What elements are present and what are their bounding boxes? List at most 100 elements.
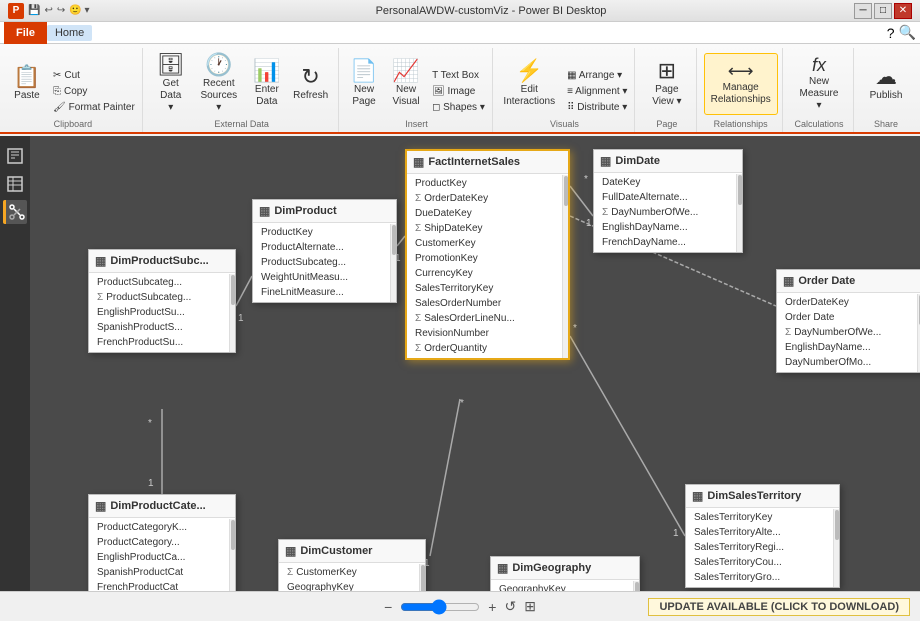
alignment-button[interactable]: ≡ Alignment ▾: [563, 84, 631, 99]
table-row: Σ CustomerKey: [279, 565, 425, 580]
close-button[interactable]: ✕: [894, 3, 912, 19]
edit-interactions-icon: ⚡: [516, 60, 543, 82]
table-order-date[interactable]: ▦ Order Date OrderDateKey Order Date Σ D…: [776, 269, 920, 373]
table-row: SalesTerritoryKey: [407, 281, 568, 296]
ribbon-buttons-calculations: fx NewMeasure ▾: [791, 48, 847, 119]
ribbon-buttons-relationships: ⟷ ManageRelationships: [704, 48, 778, 119]
paste-icon: 📋: [13, 66, 40, 88]
table-dim-product[interactable]: ▦ DimProduct ProductKey ProductAlternate…: [252, 199, 397, 303]
table-row: ProductSubcateg...: [253, 255, 396, 270]
table-body-dim-date: DateKey FullDateAlternate... Σ DayNumber…: [594, 173, 742, 252]
manage-relationships-icon: ⟷: [728, 62, 754, 80]
table-row: DayNumberOfMo...: [777, 355, 920, 370]
new-visual-button[interactable]: 📈 NewVisual: [386, 53, 426, 115]
table-row: SalesTerritoryCou...: [686, 555, 839, 570]
paste-button[interactable]: 📋 Paste: [7, 53, 47, 115]
insert-small-group: T Text Box 🖼 Image ◻ Shapes ▾: [428, 68, 489, 115]
table-dim-product-cat[interactable]: ▦ DimProductCate... ProductCategoryK... …: [88, 494, 236, 591]
table-body-fact-internet-sales: ProductKey ΣOrderDateKey DueDateKey ΣShi…: [407, 174, 568, 358]
table-scroll[interactable]: [390, 224, 396, 302]
format-painter-button[interactable]: 🖌 Format Painter: [49, 100, 139, 115]
new-measure-button[interactable]: fx NewMeasure ▾: [791, 53, 847, 115]
zoom-reset-button[interactable]: ↺: [504, 598, 516, 615]
table-fact-internet-sales[interactable]: ▦ FactInternetSales ProductKey ΣOrderDat…: [405, 149, 570, 360]
zoom-minus-button[interactable]: −: [384, 599, 392, 615]
ribbon-buttons-clipboard: 📋 Paste ✂ Cut ⎘ Copy 🖌 Format Painter: [7, 48, 139, 119]
page-view-button[interactable]: ⊞ PageView ▾: [646, 53, 687, 115]
file-menu[interactable]: File: [4, 22, 47, 44]
table-header-fact-internet-sales: ▦ FactInternetSales: [407, 151, 568, 174]
table-row: SpanishProductCat: [89, 565, 235, 580]
enter-data-button[interactable]: 📊 EnterData: [247, 53, 287, 115]
get-data-button[interactable]: 🗄 GetData ▾: [151, 53, 191, 115]
ribbon: 📋 Paste ✂ Cut ⎘ Copy 🖌 Format Painter Cl…: [0, 44, 920, 134]
recent-sources-button[interactable]: 🕐 RecentSources ▾: [193, 53, 245, 115]
sidebar-relationships-icon[interactable]: [3, 200, 27, 224]
menu-bar: File Home ? 🔍: [0, 22, 920, 44]
page-label: Page: [656, 119, 677, 132]
shapes-button[interactable]: ◻ Shapes ▾: [428, 100, 489, 115]
quick-undo-icon[interactable]: ↩: [44, 5, 52, 16]
table-row: ΣOrderDateKey: [407, 191, 568, 206]
zoom-plus-button[interactable]: +: [488, 599, 496, 615]
minimize-button[interactable]: ─: [854, 3, 872, 19]
table-scroll[interactable]: [833, 509, 839, 587]
table-dim-geography[interactable]: ▦ DimGeography GeographyKey City StatePr…: [490, 556, 640, 591]
cut-button[interactable]: ✂ Cut: [49, 68, 139, 83]
zoom-slider[interactable]: [400, 599, 480, 615]
quick-dropdown-icon[interactable]: 🙂 ▾: [69, 5, 89, 16]
table-header-dim-product-subcat: ▦ DimProductSubc...: [89, 250, 235, 273]
quick-save-icon[interactable]: 💾: [28, 5, 40, 16]
new-page-button[interactable]: 📄 NewPage: [344, 53, 384, 115]
distribute-button[interactable]: ⠿ Distribute ▾: [563, 100, 631, 115]
arrange-button[interactable]: ▦ Arrange ▾: [563, 68, 631, 83]
table-body-dim-sales-territory: SalesTerritoryKey SalesTerritoryAlte... …: [686, 508, 839, 587]
table-icon: ▦: [259, 204, 270, 218]
table-row: FrenchDayName...: [594, 235, 742, 250]
visuals-label: Visuals: [550, 119, 579, 132]
table-row: ΣShipDateKey: [407, 221, 568, 236]
copy-button[interactable]: ⎘ Copy: [49, 84, 139, 99]
table-row: SalesTerritoryAlte...: [686, 525, 839, 540]
page-view-icon: ⊞: [658, 60, 676, 82]
search-icon[interactable]: 🔍: [899, 24, 916, 41]
update-notice[interactable]: UPDATE AVAILABLE (CLICK TO DOWNLOAD): [648, 598, 910, 616]
table-scroll[interactable]: [229, 519, 235, 591]
image-button[interactable]: 🖼 Image: [428, 84, 489, 99]
table-body-order-date: OrderDateKey Order Date Σ DayNumberOfWe.…: [777, 293, 920, 372]
fit-icon[interactable]: ⊞: [524, 598, 536, 615]
table-icon: ▦: [783, 274, 794, 288]
maximize-button[interactable]: □: [874, 3, 892, 19]
table-dim-customer[interactable]: ▦ DimCustomer Σ CustomerKey GeographyKey…: [278, 539, 426, 591]
table-scroll[interactable]: [419, 564, 425, 591]
table-dim-date[interactable]: ▦ DimDate DateKey FullDateAlternate... Σ…: [593, 149, 743, 253]
table-row: FineLnitMeasure...: [253, 285, 396, 300]
manage-relationships-button[interactable]: ⟷ ManageRelationships: [704, 53, 778, 115]
publish-icon: ☁: [875, 66, 897, 88]
table-row: ProductKey: [407, 176, 568, 191]
ribbon-buttons-page: ⊞ PageView ▾: [646, 48, 687, 119]
left-sidebar: [0, 136, 30, 591]
title-bar: P 💾 ↩ ↪ 🙂 ▾ PersonalAWDW-customViz - Pow…: [0, 0, 920, 22]
ribbon-group-share: ☁ Publish Share: [856, 48, 916, 132]
publish-button[interactable]: ☁ Publish: [864, 53, 909, 115]
table-dim-sales-territory[interactable]: ▦ DimSalesTerritory SalesTerritoryKey Sa…: [685, 484, 840, 588]
canvas-area[interactable]: * 1 * 1 * 1 * 1 * 1 * 1 * 1 ▦ FactIntern…: [30, 136, 920, 591]
help-icon[interactable]: ?: [887, 25, 895, 41]
table-scroll[interactable]: [562, 175, 568, 358]
table-scroll[interactable]: [229, 274, 235, 352]
ribbon-group-insert: 📄 NewPage 📈 NewVisual T Text Box 🖼 Image…: [341, 48, 492, 132]
text-box-button[interactable]: T Text Box: [428, 68, 489, 83]
table-dim-product-subcat[interactable]: ▦ DimProductSubc... ProductSubcateg... Σ…: [88, 249, 236, 353]
table-scroll[interactable]: [633, 581, 639, 591]
refresh-button[interactable]: ↻ Refresh: [289, 53, 333, 115]
edit-interactions-button[interactable]: ⚡ EditInteractions: [497, 53, 561, 115]
sidebar-data-icon[interactable]: [3, 172, 27, 196]
sidebar-report-icon[interactable]: [3, 144, 27, 168]
enter-data-icon: 📊: [253, 60, 280, 82]
svg-text:1: 1: [148, 478, 154, 489]
table-scroll[interactable]: [736, 174, 742, 252]
quick-redo-icon[interactable]: ↪: [57, 5, 65, 16]
table-row: GeographyKey: [279, 580, 425, 591]
home-menu[interactable]: Home: [47, 25, 92, 41]
